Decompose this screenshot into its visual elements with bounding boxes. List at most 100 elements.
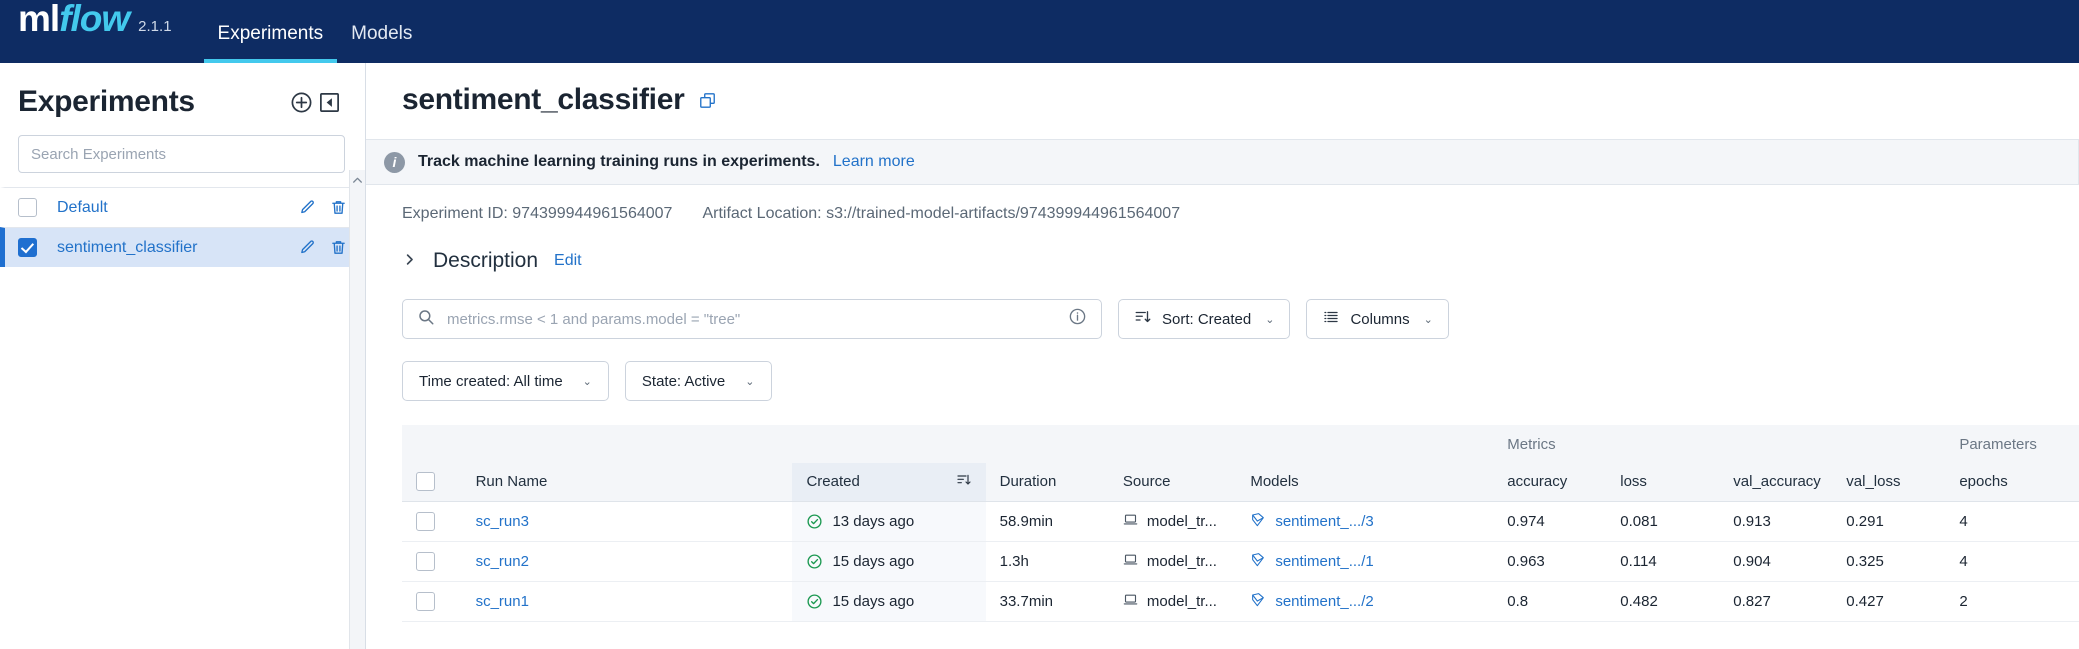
column-header-accuracy[interactable]: accuracy bbox=[1493, 463, 1607, 502]
top-navbar: ml flow 2.1.1 Experiments Models bbox=[0, 0, 2079, 63]
experiments-sidebar: Experiments De bbox=[0, 63, 366, 649]
sidebar-item-sentiment-classifier[interactable]: sentiment_classifier bbox=[0, 227, 365, 267]
group-header-spacer bbox=[402, 425, 1494, 463]
chevron-down-icon: ⌄ bbox=[745, 375, 755, 388]
collapse-sidebar-icon[interactable] bbox=[318, 91, 341, 114]
column-header-epochs[interactable]: epochs bbox=[1945, 463, 2079, 502]
cell-models: sentiment_.../1 bbox=[1236, 541, 1494, 582]
chevron-right-icon[interactable] bbox=[402, 251, 417, 272]
row-select-cell bbox=[402, 581, 462, 622]
table-row[interactable]: sc_run1 15 days ago 33.7min model_tr... … bbox=[402, 581, 2079, 622]
cell-epochs: 4 bbox=[1945, 541, 2079, 582]
run-name-link[interactable]: sc_run3 bbox=[476, 513, 529, 530]
cell-val-loss: 0.291 bbox=[1832, 501, 1946, 542]
runs-filters: Time created: All time ⌄ State: Active ⌄ bbox=[402, 361, 2079, 401]
row-checkbox[interactable] bbox=[416, 551, 435, 571]
trash-icon[interactable] bbox=[330, 199, 347, 216]
column-header-val-loss[interactable]: val_loss bbox=[1832, 463, 1946, 502]
sidebar-header-actions bbox=[290, 91, 341, 114]
chevron-down-icon: ⌄ bbox=[1423, 313, 1433, 326]
main-body-area: Experiment ID: 974399944961564007 Artifa… bbox=[366, 185, 2079, 401]
mlflow-model-icon bbox=[1250, 511, 1266, 531]
runs-search-input[interactable] bbox=[447, 310, 1056, 328]
plus-circle-icon[interactable] bbox=[290, 91, 313, 114]
filter-time-created-label: Time created: All time bbox=[419, 372, 563, 390]
model-link[interactable]: sentiment_.../1 bbox=[1275, 553, 1373, 570]
sidebar-scrollbar[interactable] bbox=[349, 170, 365, 649]
cell-models: sentiment_.../2 bbox=[1236, 581, 1494, 622]
description-title: Description bbox=[433, 249, 539, 272]
experiment-list: Default sentiment_classifier bbox=[0, 187, 365, 649]
runs-table: Metrics Parameters Run Name Created Dura… bbox=[402, 425, 2079, 622]
info-icon: i bbox=[384, 151, 405, 173]
sort-descending-icon[interactable] bbox=[956, 472, 972, 492]
cell-val-accuracy: 0.827 bbox=[1719, 581, 1833, 622]
table-row[interactable]: sc_run3 13 days ago 58.9min model_tr... … bbox=[402, 501, 2079, 542]
created-value: 13 days ago bbox=[832, 512, 915, 530]
select-all-header bbox=[402, 463, 462, 502]
sidebar-title: Experiments bbox=[18, 85, 195, 118]
cell-val-loss: 0.325 bbox=[1832, 541, 1946, 582]
sidebar-header: Experiments bbox=[0, 63, 365, 129]
info-banner: i Track machine learning training runs i… bbox=[366, 139, 2079, 185]
cell-source: model_tr... bbox=[1108, 541, 1237, 582]
filter-time-created[interactable]: Time created: All time ⌄ bbox=[402, 361, 609, 401]
row-checkbox[interactable] bbox=[416, 591, 435, 611]
run-name-link[interactable]: sc_run1 bbox=[476, 593, 529, 610]
source-value: model_tr... bbox=[1146, 512, 1217, 530]
column-header-source[interactable]: Source bbox=[1108, 463, 1237, 502]
experiment-name-sentiment-classifier[interactable]: sentiment_classifier bbox=[57, 239, 299, 257]
check-circle-icon bbox=[806, 513, 823, 530]
description-section: Description Edit bbox=[402, 249, 2079, 273]
column-header-created[interactable]: Created bbox=[792, 463, 986, 502]
table-group-header-row: Metrics Parameters bbox=[402, 425, 2079, 463]
cell-accuracy: 0.8 bbox=[1493, 581, 1607, 622]
logo-flow-text: flow bbox=[59, 0, 130, 39]
info-circle-icon[interactable] bbox=[1068, 307, 1087, 331]
experiment-checkbox-default[interactable] bbox=[18, 198, 37, 217]
sort-descending-icon bbox=[1134, 308, 1152, 330]
trash-icon[interactable] bbox=[330, 239, 347, 256]
row-checkbox[interactable] bbox=[416, 511, 435, 531]
tab-models[interactable]: Models bbox=[337, 24, 426, 63]
experiment-checkbox-sentiment-classifier[interactable] bbox=[18, 238, 37, 257]
sidebar-item-default[interactable]: Default bbox=[0, 187, 365, 227]
mlflow-logo[interactable]: ml flow 2.1.1 bbox=[18, 0, 172, 63]
sort-button[interactable]: Sort: Created ⌄ bbox=[1118, 299, 1291, 339]
description-edit-link[interactable]: Edit bbox=[554, 252, 582, 270]
cell-created: 15 days ago bbox=[792, 581, 986, 622]
filter-state[interactable]: State: Active ⌄ bbox=[624, 361, 772, 401]
experiment-meta: Experiment ID: 974399944961564007 Artifa… bbox=[402, 205, 2079, 223]
pencil-icon[interactable] bbox=[299, 239, 316, 256]
cell-run-name: sc_run2 bbox=[461, 541, 793, 582]
column-header-run-name[interactable]: Run Name bbox=[461, 463, 793, 502]
search-experiments-input[interactable] bbox=[18, 135, 345, 173]
page-title: sentiment_classifier bbox=[402, 83, 685, 116]
cell-val-loss: 0.427 bbox=[1832, 581, 1946, 622]
learn-more-link[interactable]: Learn more bbox=[833, 153, 915, 171]
model-link[interactable]: sentiment_.../3 bbox=[1275, 513, 1373, 530]
columns-button[interactable]: Columns ⌄ bbox=[1306, 299, 1449, 339]
created-value: 15 days ago bbox=[832, 552, 915, 570]
runs-search-box[interactable] bbox=[402, 299, 1102, 339]
main-header-area: sentiment_classifier bbox=[366, 63, 2079, 117]
table-row[interactable]: sc_run2 15 days ago 1.3h model_tr... sen… bbox=[402, 541, 2079, 582]
column-header-duration[interactable]: Duration bbox=[985, 463, 1109, 502]
cell-source: model_tr... bbox=[1108, 581, 1237, 622]
pencil-icon[interactable] bbox=[299, 199, 316, 216]
tab-experiments[interactable]: Experiments bbox=[203, 24, 338, 63]
column-header-models[interactable]: Models bbox=[1236, 463, 1494, 502]
info-banner-text: Track machine learning training runs in … bbox=[418, 153, 820, 170]
cell-epochs: 4 bbox=[1945, 501, 2079, 542]
column-header-val-accuracy[interactable]: val_accuracy bbox=[1719, 463, 1833, 502]
experiment-name-default[interactable]: Default bbox=[57, 199, 299, 217]
page-title-row: sentiment_classifier bbox=[402, 83, 2079, 117]
run-name-link[interactable]: sc_run2 bbox=[476, 553, 529, 570]
select-all-checkbox[interactable] bbox=[416, 472, 435, 492]
model-link[interactable]: sentiment_.../2 bbox=[1275, 593, 1373, 610]
cell-accuracy: 0.974 bbox=[1493, 501, 1607, 542]
source-value: model_tr... bbox=[1146, 552, 1217, 570]
chevron-down-icon: ⌄ bbox=[1265, 313, 1275, 326]
copy-icon[interactable] bbox=[698, 91, 717, 110]
column-header-loss[interactable]: loss bbox=[1606, 463, 1720, 502]
